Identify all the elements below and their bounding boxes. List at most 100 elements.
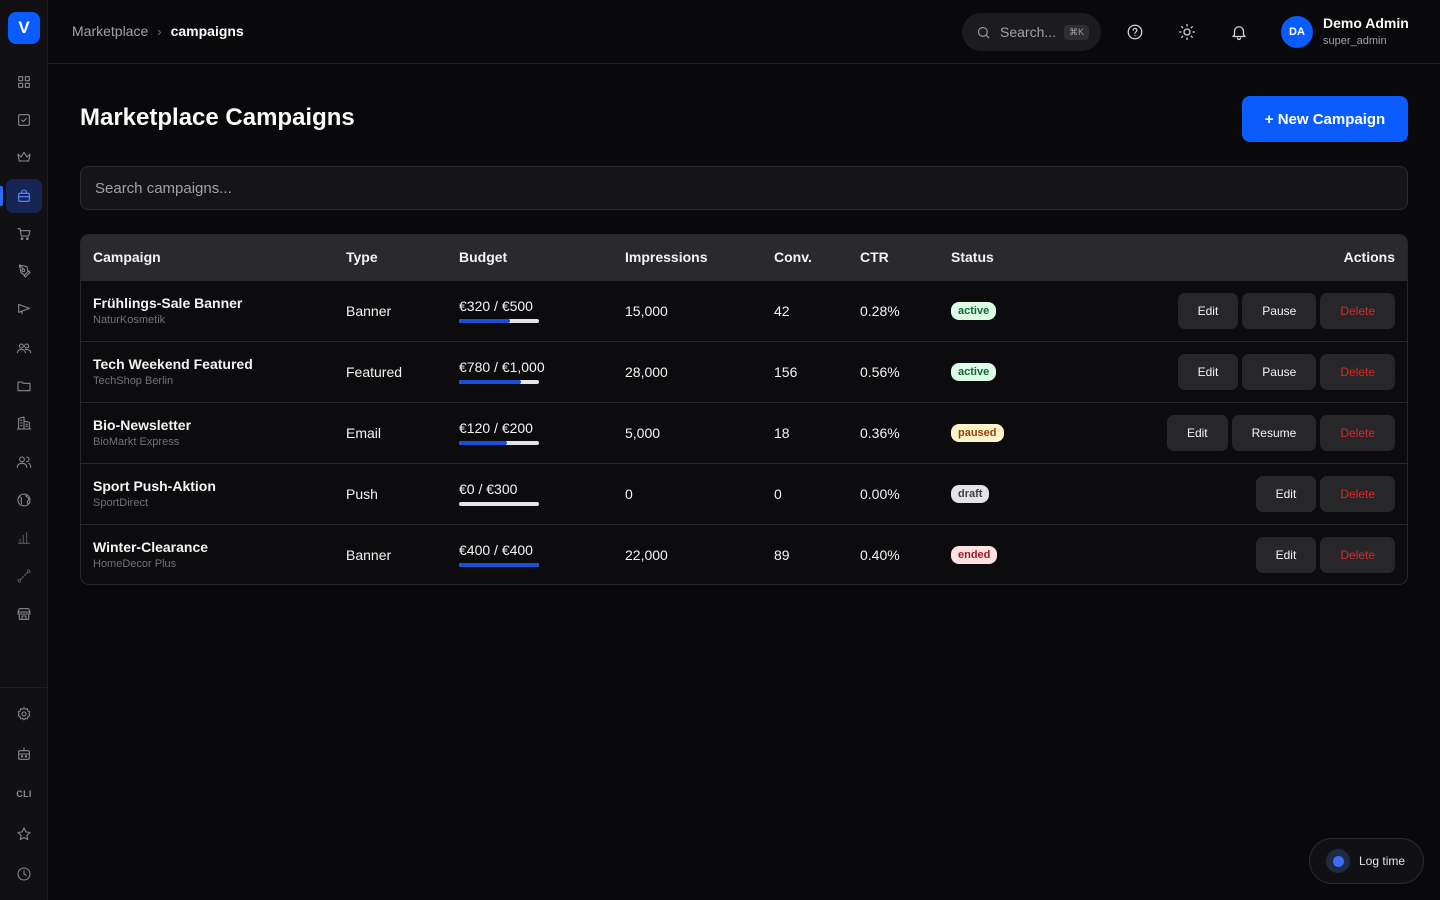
table-row[interactable]: Tech Weekend Featured TechShop Berlin Fe…: [81, 341, 1407, 402]
campaign-cell: Sport Push-Aktion SportDirect: [81, 463, 334, 524]
grid-icon: [18, 76, 30, 88]
chevron-right-icon: ›: [157, 23, 162, 39]
breadcrumb: Marketplace › campaigns: [72, 23, 244, 39]
pause-button[interactable]: Pause: [1242, 353, 1317, 390]
impressions: 15,000: [625, 302, 668, 319]
building-icon: [16, 416, 32, 430]
budget-cell: €400 / €400: [447, 524, 613, 584]
campaign-cell: Bio-Newsletter BioMarkt Express: [81, 402, 334, 463]
notifications-button[interactable]: [1227, 20, 1251, 44]
sidebar-item-settings[interactable]: [6, 697, 42, 731]
budget-text: €120 / €200: [459, 420, 533, 436]
edit-button[interactable]: Edit: [1177, 292, 1239, 329]
conversions: 0: [774, 485, 782, 502]
app-logo[interactable]: V: [8, 12, 40, 44]
theme-toggle-button[interactable]: [1175, 20, 1199, 44]
status-cell: paused: [939, 402, 1069, 463]
search-icon: [977, 26, 990, 39]
globe-icon: [17, 493, 31, 507]
resume-button[interactable]: Resume: [1231, 414, 1317, 451]
sidebar-item-regions[interactable]: [6, 483, 42, 517]
route-icon: [17, 569, 31, 583]
global-search[interactable]: Search... ⌘K: [962, 13, 1101, 51]
new-campaign-button[interactable]: + New Campaign: [1242, 96, 1408, 142]
delete-button[interactable]: Delete: [1320, 414, 1395, 451]
header-ctr[interactable]: CTR: [848, 235, 939, 280]
budget-progress-bar: [459, 319, 539, 323]
sidebar-item-campaigns[interactable]: [6, 292, 42, 326]
sidebar-item-routes[interactable]: [6, 559, 42, 593]
sidebar-item-bot[interactable]: [6, 737, 42, 771]
table-row[interactable]: Winter-Clearance HomeDecor Plus Banner €…: [81, 524, 1407, 584]
header-conv[interactable]: Conv.: [762, 235, 848, 280]
header-budget[interactable]: Budget: [447, 235, 613, 280]
sun-icon: [1178, 23, 1196, 41]
delete-button[interactable]: Delete: [1320, 475, 1395, 512]
delete-button[interactable]: Delete: [1320, 292, 1395, 329]
budget-progress-fill: [459, 380, 522, 384]
impressions: 0: [625, 485, 633, 502]
sidebar-item-favorites[interactable]: [6, 817, 42, 851]
edit-button[interactable]: Edit: [1255, 536, 1317, 573]
delete-button[interactable]: Delete: [1320, 353, 1395, 390]
sidebar-item-teams[interactable]: [6, 445, 42, 479]
sidebar-item-users[interactable]: [6, 331, 42, 365]
sidebar-item-analytics[interactable]: [6, 521, 42, 555]
campaign-name[interactable]: Winter-Clearance: [93, 539, 322, 555]
sidebar-item-stores[interactable]: [6, 597, 42, 631]
clock-icon: [17, 867, 31, 881]
ctr: 0.36%: [860, 424, 900, 441]
edit-button[interactable]: Edit: [1177, 353, 1239, 390]
status-badge: active: [951, 302, 997, 320]
impressions: 5,000: [625, 424, 661, 441]
pause-button[interactable]: Pause: [1242, 292, 1317, 329]
campaign-type: Banner: [346, 302, 392, 319]
table-row[interactable]: Sport Push-Aktion SportDirect Push €0 / …: [81, 463, 1407, 524]
user-name[interactable]: Demo Admin: [1323, 15, 1409, 31]
breadcrumb-current: campaigns: [170, 23, 244, 39]
sidebar-item-marketplace[interactable]: [0, 179, 42, 213]
breadcrumb-parent[interactable]: Marketplace: [72, 23, 148, 39]
sidebar-item-companies[interactable]: [6, 406, 42, 440]
campaign-name[interactable]: Bio-Newsletter: [93, 417, 322, 433]
campaign-name[interactable]: Tech Weekend Featured: [93, 356, 322, 372]
table-row[interactable]: Bio-Newsletter BioMarkt Express Email €1…: [81, 402, 1407, 463]
sidebar-item-design[interactable]: [6, 254, 42, 288]
actions-cell: Edit Pause Delete: [1069, 280, 1407, 341]
budget-text: €0 / €300: [459, 481, 518, 497]
log-time-button[interactable]: Log time: [1309, 838, 1424, 884]
table-row[interactable]: Frühlings-Sale Banner NaturKosmetik Bann…: [81, 280, 1407, 341]
star-icon: [17, 827, 31, 841]
campaign-name[interactable]: Frühlings-Sale Banner: [93, 295, 322, 311]
delete-button[interactable]: Delete: [1320, 536, 1395, 573]
header-campaign[interactable]: Campaign: [81, 235, 334, 280]
sidebar-item-dashboard[interactable]: [6, 65, 42, 99]
sidebar-item-tasks[interactable]: [6, 103, 42, 137]
sidebar-item-history[interactable]: [6, 857, 42, 891]
status-badge: draft: [951, 485, 990, 503]
campaign-name[interactable]: Sport Push-Aktion: [93, 478, 322, 494]
header-type[interactable]: Type: [334, 235, 447, 280]
sidebar-divider: [0, 687, 48, 688]
sidebar-item-orders[interactable]: [6, 217, 42, 251]
status-cell: ended: [939, 524, 1069, 584]
logo-letter: V: [18, 18, 30, 37]
sidebar-item-cli[interactable]: CLI: [6, 777, 42, 811]
budget-cell: €120 / €200: [447, 402, 613, 463]
edit-button[interactable]: Edit: [1166, 414, 1228, 451]
header-status[interactable]: Status: [939, 235, 1069, 280]
cli-icon: CLI: [16, 789, 32, 799]
campaign-search-input[interactable]: [80, 166, 1408, 210]
budget-progress-fill: [459, 441, 507, 445]
avatar[interactable]: DA: [1281, 16, 1313, 48]
cart-icon: [17, 228, 31, 241]
help-button[interactable]: [1123, 20, 1147, 44]
header-impressions[interactable]: Impressions: [613, 235, 762, 280]
log-time-label: Log time: [1359, 854, 1406, 868]
crown-icon: [17, 151, 31, 162]
sidebar-item-premium[interactable]: [6, 140, 42, 174]
edit-button[interactable]: Edit: [1255, 475, 1317, 512]
actions-cell: Edit Resume Delete: [1069, 402, 1407, 463]
status-badge: active: [951, 363, 997, 381]
sidebar-item-files[interactable]: [6, 369, 42, 403]
